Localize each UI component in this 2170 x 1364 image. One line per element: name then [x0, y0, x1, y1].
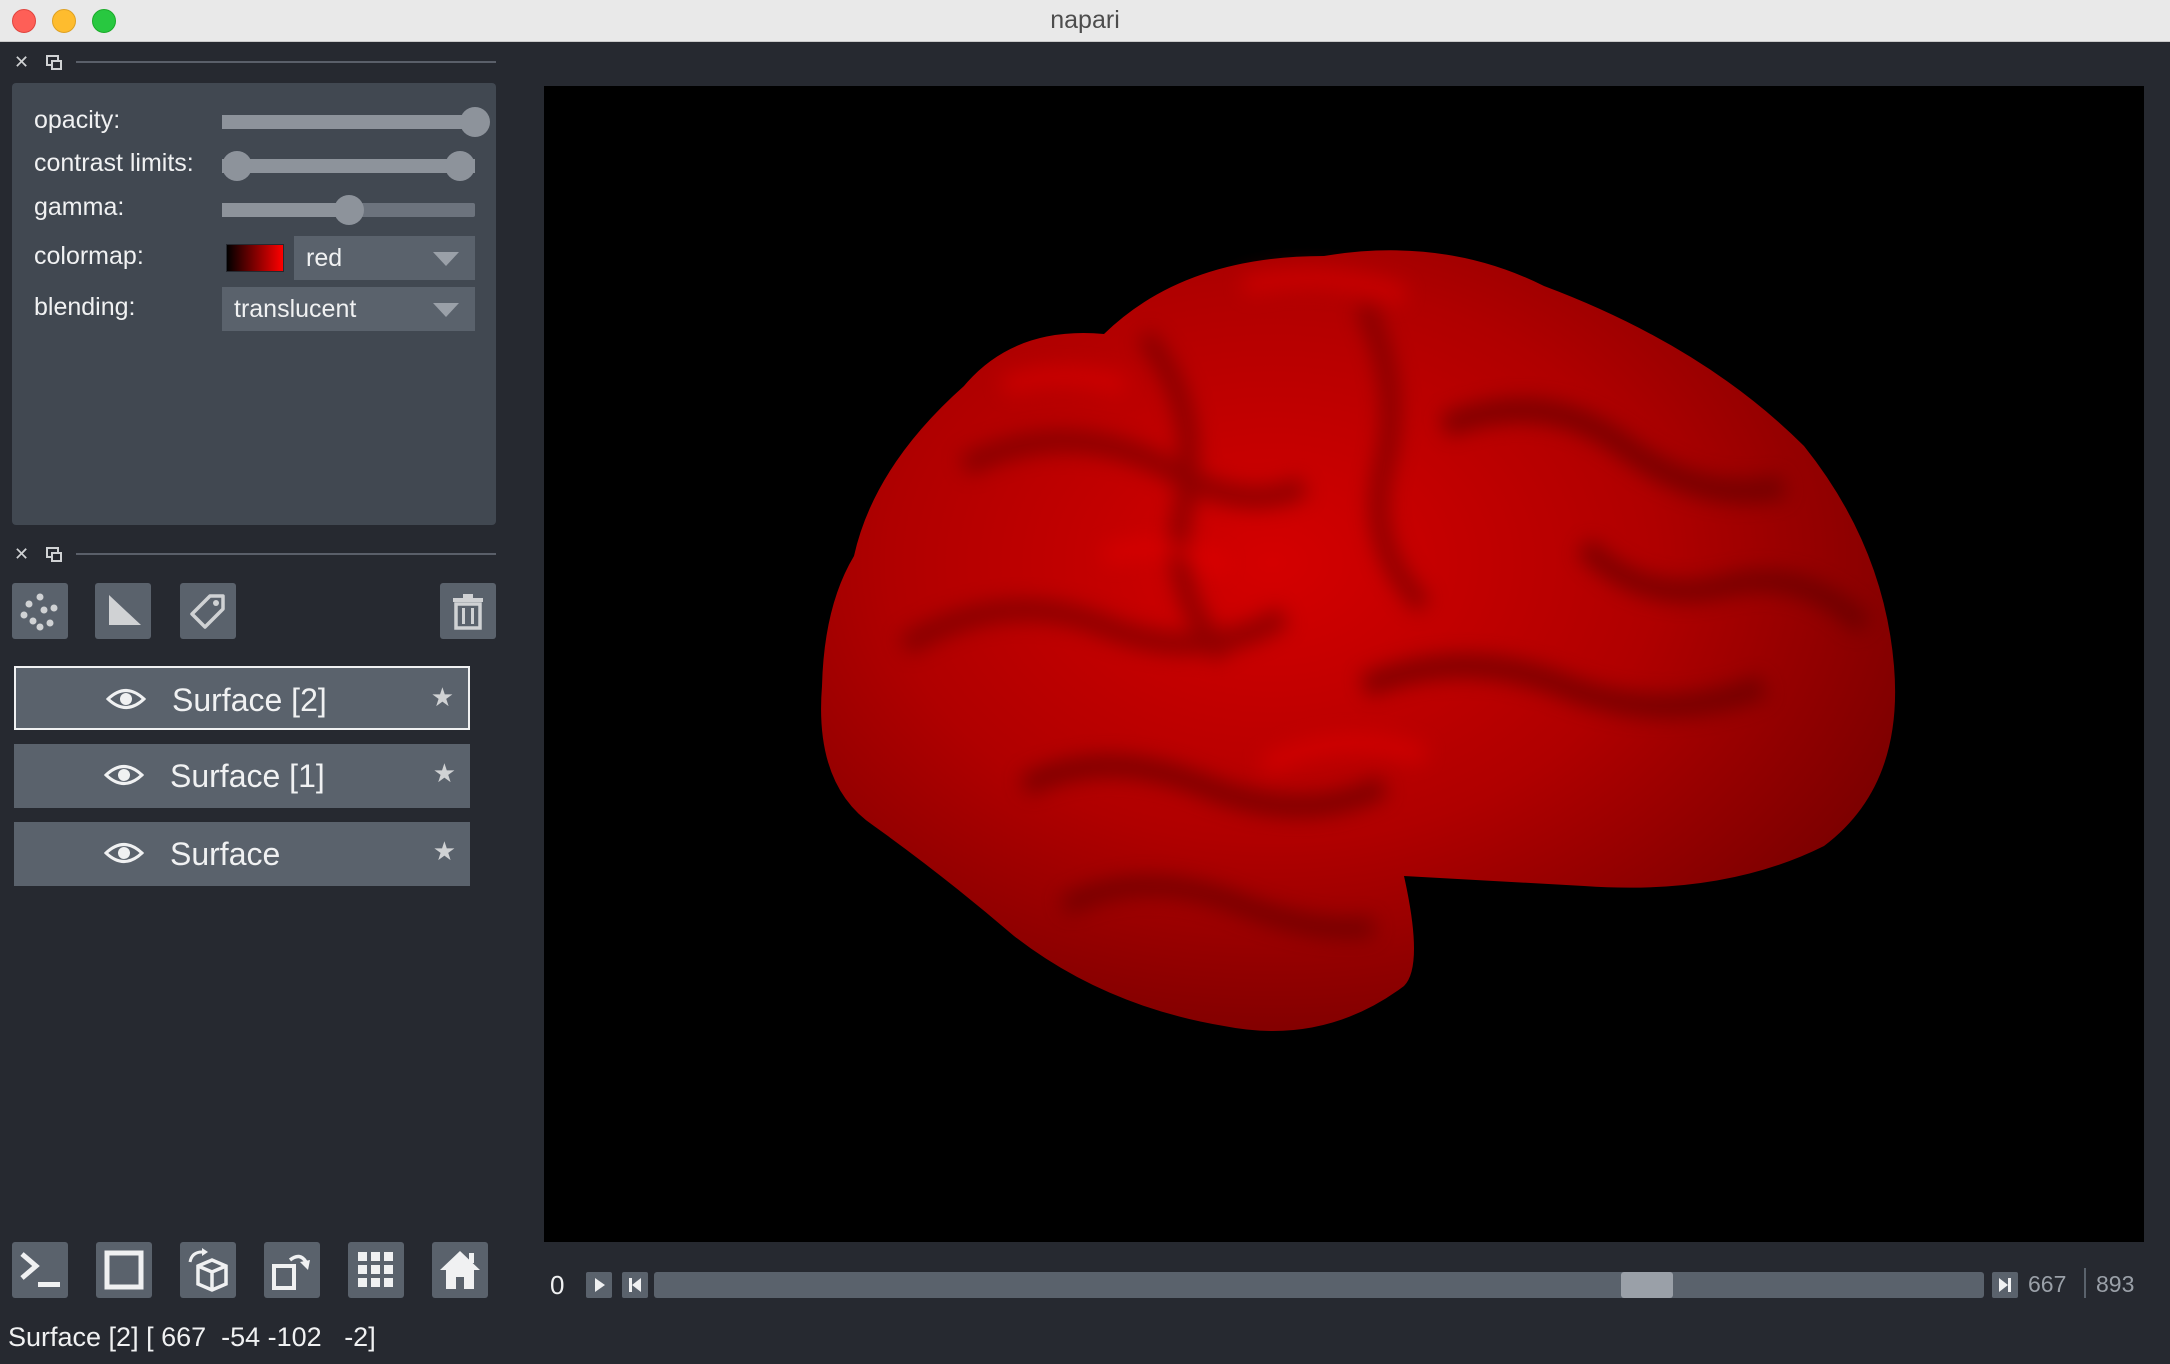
window-title: napari	[1050, 6, 1120, 34]
dock-float-icon[interactable]	[46, 547, 62, 562]
colormap-label: colormap:	[34, 242, 144, 270]
step-forward-button[interactable]	[1992, 1272, 2018, 1298]
chevron-down-icon	[433, 303, 459, 317]
opacity-label: opacity:	[34, 106, 121, 134]
transpose-dims-button[interactable]	[264, 1242, 320, 1298]
points-icon	[20, 593, 58, 631]
eye-icon[interactable]	[104, 762, 144, 788]
new-points-layer-button[interactable]	[12, 583, 68, 639]
terminal-icon	[20, 1252, 60, 1287]
play-icon	[595, 1278, 605, 1292]
gamma-slider-fill	[222, 203, 349, 217]
contrast-limits-max-handle[interactable]	[445, 151, 475, 181]
layer-name[interactable]: Surface [1]	[170, 758, 325, 795]
star-icon: ★	[430, 682, 454, 712]
viewer-canvas[interactable]	[544, 86, 2144, 1242]
blending-value: translucent	[234, 295, 357, 323]
star-icon: ★	[432, 758, 456, 788]
dims-slider-track[interactable]	[654, 1272, 1984, 1298]
skip-forward-icon	[1999, 1278, 2011, 1292]
home-button[interactable]	[432, 1242, 488, 1298]
layer-item-surface-2[interactable]: Surface [2] ★	[14, 666, 470, 730]
dims-slider-thumb[interactable]	[1621, 1272, 1674, 1298]
contrast-limits-label: contrast limits:	[34, 149, 194, 177]
eye-icon[interactable]	[104, 840, 144, 866]
current-frame-label[interactable]: 667	[2028, 1271, 2066, 1298]
blending-label: blending:	[34, 293, 136, 321]
max-frame-label: 893	[2096, 1271, 2135, 1297]
new-shapes-layer-button[interactable]	[95, 583, 151, 639]
grid-view-button[interactable]	[348, 1242, 404, 1298]
layer-item-surface-1[interactable]: Surface [1] ★	[14, 744, 470, 808]
contrast-limits-min-handle[interactable]	[222, 151, 252, 181]
square-icon	[104, 1250, 144, 1290]
layer-name[interactable]: Surface [2]	[172, 682, 327, 719]
dock-divider	[76, 61, 496, 63]
transpose-icon	[272, 1254, 310, 1290]
step-back-button[interactable]	[622, 1272, 648, 1298]
layer-controls-panel: opacity: contrast limits: gamma: colorma…	[12, 83, 496, 525]
grid-icon	[358, 1252, 393, 1287]
dock-close-icon[interactable]: ✕	[14, 50, 29, 74]
frame-separator	[2084, 1268, 2086, 1298]
dims-slider-row: 0 667 893	[544, 1262, 2154, 1306]
title-bar: napari	[0, 0, 2170, 42]
home-icon	[440, 1251, 480, 1289]
dims-start-label: 0	[550, 1270, 565, 1300]
dock-close-icon[interactable]: ✕	[14, 542, 29, 566]
opacity-slider-fill	[222, 115, 475, 129]
layer-controls-dock-header: ✕	[14, 50, 496, 74]
contrast-limits-slider[interactable]	[222, 151, 475, 181]
blending-select[interactable]: translucent	[222, 287, 475, 331]
opacity-slider-handle[interactable]	[460, 107, 490, 137]
roll-cube-icon	[188, 1248, 228, 1292]
new-labels-layer-button[interactable]	[180, 583, 236, 639]
colormap-value: red	[306, 244, 343, 272]
dock-float-icon[interactable]	[46, 55, 62, 70]
layer-list-dock-header: ✕	[14, 542, 496, 566]
status-bar: Surface [2] [ 667 -54 -102 -2]	[8, 1322, 376, 1352]
layer-name[interactable]: Surface	[170, 836, 280, 873]
gamma-slider-handle[interactable]	[333, 195, 364, 225]
opacity-slider[interactable]	[222, 107, 490, 137]
delete-layer-button[interactable]	[440, 583, 496, 639]
gamma-label: gamma:	[34, 193, 125, 221]
brain-surface-render	[821, 250, 1896, 1032]
console-button[interactable]	[12, 1242, 68, 1298]
layer-item-surface[interactable]: Surface ★	[14, 822, 470, 886]
skip-back-icon	[629, 1278, 641, 1292]
play-button[interactable]	[586, 1272, 612, 1298]
colormap-swatch	[226, 244, 284, 272]
label-tag-icon	[190, 594, 225, 629]
contrast-limits-slider-fill	[222, 159, 475, 173]
colormap-select[interactable]: red	[294, 236, 475, 280]
trash-icon	[453, 594, 483, 630]
dock-divider	[76, 553, 496, 555]
shapes-icon	[109, 595, 141, 625]
star-icon: ★	[432, 836, 456, 866]
eye-icon[interactable]	[106, 686, 146, 712]
gamma-slider[interactable]	[222, 195, 475, 225]
chevron-down-icon	[433, 252, 459, 266]
toggle-ndisplay-button[interactable]	[96, 1242, 152, 1298]
roll-dims-button[interactable]	[180, 1242, 236, 1298]
